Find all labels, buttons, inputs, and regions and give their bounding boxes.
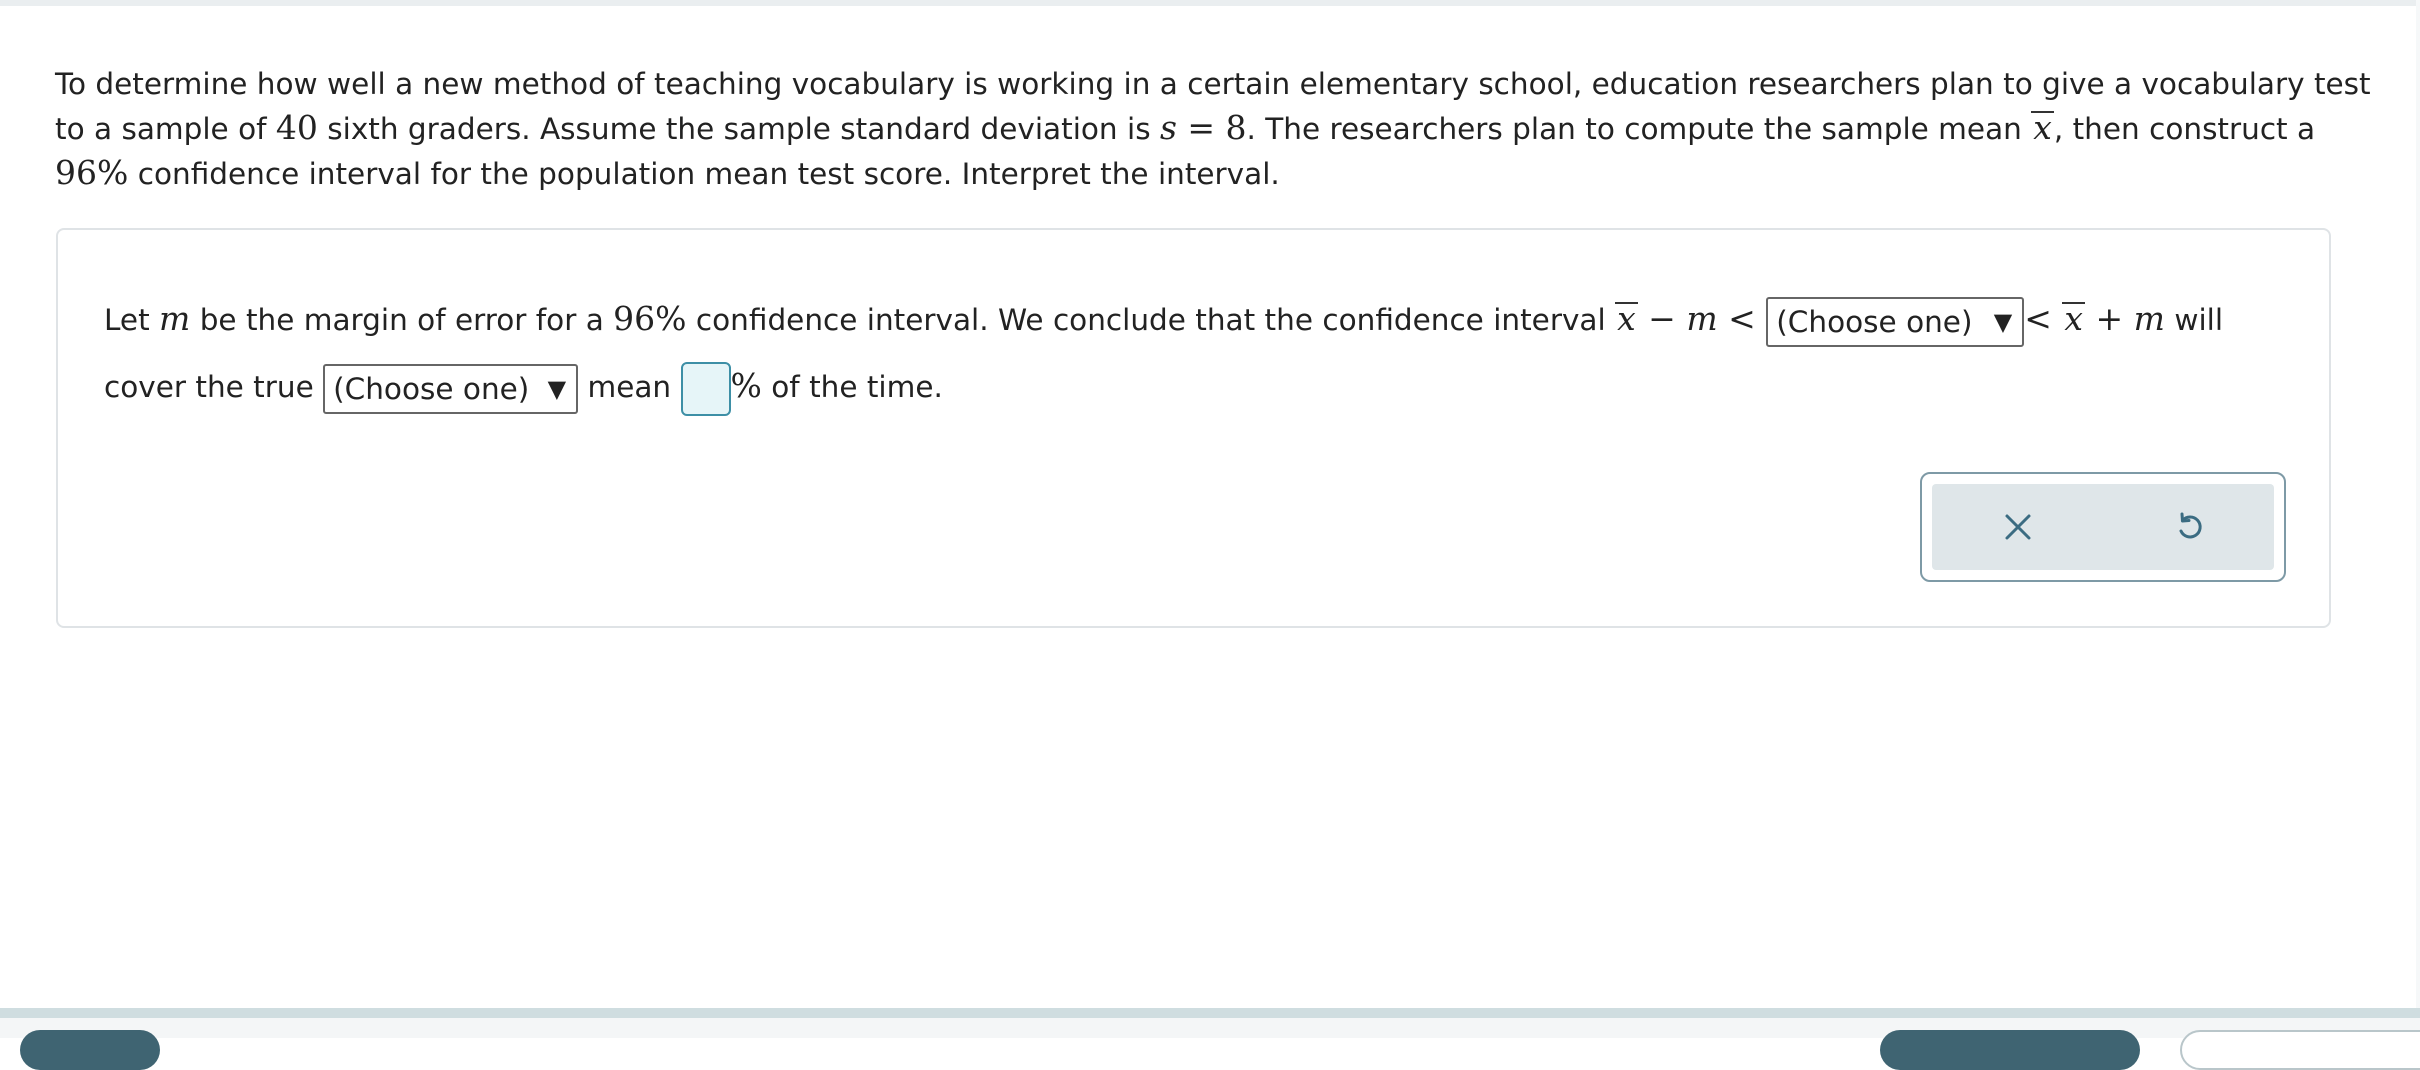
problem-statement: To determine how well a new method of te… xyxy=(55,62,2385,196)
problem-text-4: , then construct a xyxy=(2053,112,2316,146)
minus-sign: − xyxy=(1637,299,1687,338)
footer-button-secondary[interactable] xyxy=(2180,1030,2420,1070)
answer-text-6: of the time. xyxy=(761,370,943,404)
dropdown-arrow-icon: ▼ xyxy=(1993,307,2013,336)
answer-text-5: mean xyxy=(578,370,681,404)
margin-symbol: m xyxy=(2133,299,2165,338)
plus-sign: + xyxy=(2085,299,2134,338)
parameter-dropdown[interactable]: (Choose one) ▼ xyxy=(1766,296,2025,347)
answer-text-1: Let xyxy=(104,303,160,337)
footer-button-left[interactable] xyxy=(20,1030,160,1070)
confidence-level: 96% xyxy=(55,153,129,192)
problem-text-5: confidence interval for the population m… xyxy=(128,157,1280,191)
close-icon xyxy=(2005,514,2030,540)
undo-button[interactable] xyxy=(2103,484,2274,570)
xbar-symbol: x xyxy=(2031,108,2054,147)
bottom-divider xyxy=(0,1008,2420,1018)
confidence-level: 96% xyxy=(613,299,687,338)
xbar-symbol: x xyxy=(1615,299,1638,338)
sd-symbol: s xyxy=(1159,108,1177,147)
undo-icon xyxy=(2179,512,2202,539)
xbar-symbol: x xyxy=(2062,299,2086,338)
dropdown-arrow-icon: ▼ xyxy=(547,374,567,403)
mean-type-dropdown[interactable]: (Choose one) ▼ xyxy=(323,363,579,414)
clear-button[interactable] xyxy=(1932,484,2103,570)
top-strip xyxy=(0,0,2420,6)
less-than-sign: < xyxy=(1717,299,1767,338)
answer-text-3: confidence interval. We conclude that th… xyxy=(686,303,1616,337)
footer-button-primary[interactable] xyxy=(1880,1030,2140,1070)
answer-sentence: Let m be the margin of error for a 96% c… xyxy=(104,286,2294,420)
right-edge xyxy=(2416,0,2420,1010)
answer-tools xyxy=(1920,472,2286,582)
sample-size: 40 xyxy=(275,108,318,147)
tool-buttons xyxy=(1932,484,2274,570)
percent-input[interactable] xyxy=(680,361,731,416)
dropdown-value: (Choose one) xyxy=(333,371,530,406)
margin-symbol: m xyxy=(159,299,191,338)
answer-card: Let m be the margin of error for a 96% c… xyxy=(56,228,2331,628)
equals-sign: = xyxy=(1176,108,1226,147)
problem-text-3: . The researchers plan to compute the sa… xyxy=(1246,112,2032,146)
sd-value: 8 xyxy=(1225,108,1247,147)
problem-text-2: sixth graders. Assume the sample standar… xyxy=(317,112,1160,146)
dropdown-value: (Choose one) xyxy=(1776,304,1973,339)
margin-symbol: m xyxy=(1686,299,1718,338)
less-than-sign: < xyxy=(2024,299,2063,338)
percent-sign: % xyxy=(730,366,762,405)
answer-text-2: be the margin of error for a xyxy=(190,303,614,337)
